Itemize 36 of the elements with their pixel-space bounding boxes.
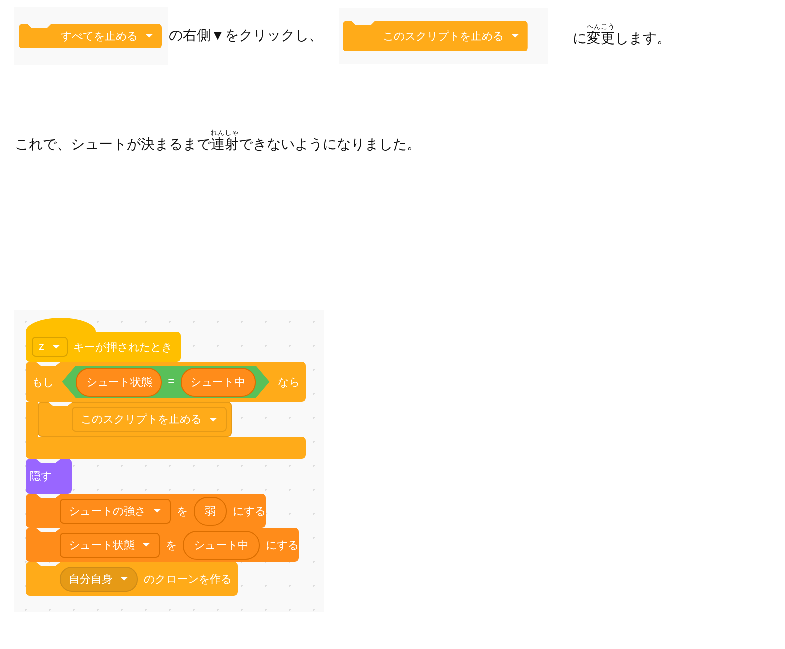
block-label: を (177, 504, 188, 518)
value-input[interactable]: シュート中 (183, 530, 260, 560)
value-reporter[interactable]: シュート中 (180, 368, 256, 396)
value-input[interactable]: 弱 (194, 496, 227, 526)
stop-dropdown[interactable]: このスクリプトを止める (72, 407, 227, 432)
key-dropdown[interactable]: z (32, 337, 68, 357)
condition-block[interactable]: シュート状態 = シュート中 (62, 366, 270, 398)
stop-dropdown[interactable]: このスクリプトを止める (342, 20, 528, 52)
caret-icon (510, 33, 520, 39)
block-label: キーが押されたとき (74, 340, 172, 354)
caret-icon (142, 542, 151, 548)
caret-icon (52, 344, 60, 350)
instruction-text: の右側▼をクリックし、 (169, 27, 323, 45)
caret-icon (145, 33, 154, 39)
block-label: を (166, 538, 177, 552)
caret-icon (209, 416, 218, 422)
clone-block[interactable]: 自分自身 のクローンを作る (26, 562, 238, 596)
block-label: にする (233, 504, 266, 518)
block-label: のクローンを作る (144, 572, 232, 586)
set-variable-block[interactable]: シュート状態 を シュート中 にする (26, 528, 299, 562)
variable-reporter[interactable]: シュート状態 (76, 368, 162, 396)
stop-block[interactable]: このスクリプトを止める (38, 402, 232, 437)
block-label: なら (278, 376, 300, 390)
caret-icon (153, 508, 162, 514)
event-block[interactable]: z キーが押されたとき (26, 332, 181, 362)
caret-icon (120, 576, 129, 582)
variable-dropdown[interactable]: シュートの強さ (60, 498, 171, 524)
hide-block[interactable]: 隠す (26, 459, 72, 494)
operator-label: = (168, 376, 175, 388)
if-block[interactable]: もし シュート状態 = シュート中 なら (26, 362, 306, 402)
set-variable-block[interactable]: シュートの強さ を 弱 にする (26, 494, 266, 528)
block-label: にする (266, 538, 299, 552)
sprite-dropdown[interactable]: 自分自身 (60, 566, 138, 592)
stop-dropdown[interactable]: すべてを止める (19, 24, 162, 48)
block-label: もし (32, 376, 54, 390)
variable-dropdown[interactable]: シュート状態 (60, 532, 160, 558)
